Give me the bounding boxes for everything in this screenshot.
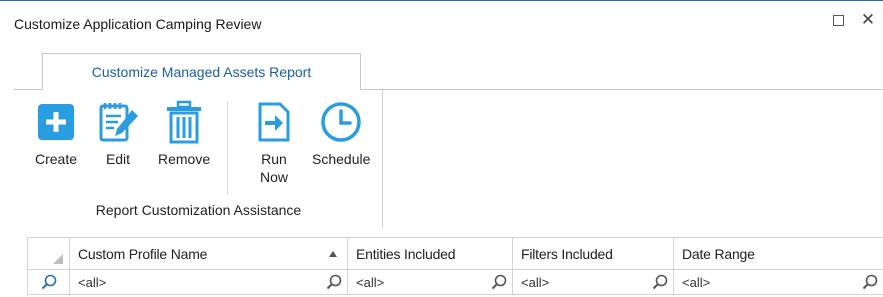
corner-triangle-icon bbox=[53, 254, 63, 264]
maximize-icon bbox=[832, 14, 844, 26]
run-now-button[interactable]: Run Now bbox=[252, 100, 296, 186]
filter-cell-entities-included[interactable]: <all> bbox=[348, 270, 513, 294]
search-icon[interactable] bbox=[651, 273, 669, 291]
select-all-corner[interactable] bbox=[27, 238, 70, 270]
column-header-label: Filters Included bbox=[521, 246, 613, 262]
trash-icon bbox=[162, 100, 206, 144]
plus-icon bbox=[34, 100, 78, 144]
notepad-pencil-icon bbox=[96, 100, 140, 144]
column-header-label: Custom Profile Name bbox=[78, 246, 208, 262]
ribbon: Create Edit Remove Run Now Schedule Repo… bbox=[14, 89, 883, 228]
grid-header-row: Custom Profile Name Entities Included Fi… bbox=[27, 237, 883, 270]
profiles-grid: Custom Profile Name Entities Included Fi… bbox=[27, 237, 883, 297]
remove-label: Remove bbox=[158, 151, 211, 167]
ribbon-separator bbox=[227, 102, 228, 194]
filter-value: <all> bbox=[356, 274, 385, 290]
run-now-label-line1: Run bbox=[261, 151, 287, 167]
run-document-icon bbox=[252, 100, 296, 144]
create-button[interactable]: Create bbox=[34, 100, 78, 168]
filter-value: <all> bbox=[78, 274, 107, 290]
search-icon bbox=[41, 274, 56, 290]
column-header-entities-included[interactable]: Entities Included bbox=[348, 238, 513, 270]
filter-row-selector[interactable] bbox=[27, 270, 70, 294]
close-icon: ✕ bbox=[860, 10, 876, 29]
filter-cell-date-range[interactable]: <all> bbox=[674, 270, 883, 294]
maximize-button[interactable] bbox=[827, 9, 849, 31]
tab-label: Customize Managed Assets Report bbox=[91, 64, 312, 80]
column-header-label: Entities Included bbox=[356, 246, 456, 262]
ribbon-group-report-customization: Create Edit Remove Run Now Schedule Repo… bbox=[14, 90, 383, 228]
edit-button[interactable]: Edit bbox=[96, 100, 140, 168]
schedule-label: Schedule bbox=[312, 151, 371, 167]
close-button[interactable]: ✕ bbox=[857, 9, 879, 31]
tab-customize-managed-assets-report[interactable]: Customize Managed Assets Report bbox=[42, 53, 361, 90]
dialog-window: Customize Application Camping Review ✕ C… bbox=[0, 0, 883, 297]
column-header-date-range[interactable]: Date Range bbox=[674, 238, 883, 270]
sort-ascending-icon bbox=[329, 251, 337, 257]
title-bar: Customize Application Camping Review ✕ bbox=[0, 1, 883, 45]
run-now-label-line2: Now bbox=[259, 169, 288, 185]
ribbon-group-caption: Report Customization Assistance bbox=[95, 202, 302, 218]
remove-button[interactable]: Remove bbox=[158, 100, 210, 168]
window-title: Customize Application Camping Review bbox=[14, 16, 262, 32]
filter-value: <all> bbox=[521, 274, 550, 290]
search-icon[interactable] bbox=[861, 273, 879, 291]
create-label: Create bbox=[34, 151, 78, 167]
search-icon[interactable] bbox=[490, 273, 508, 291]
schedule-button[interactable]: Schedule bbox=[312, 100, 370, 168]
clock-icon bbox=[319, 100, 363, 144]
column-header-custom-profile-name[interactable]: Custom Profile Name bbox=[70, 238, 348, 270]
filter-cell-custom-profile-name[interactable]: <all> bbox=[70, 270, 348, 294]
filter-cell-filters-included[interactable]: <all> bbox=[513, 270, 674, 294]
run-now-label: Run Now bbox=[260, 150, 288, 186]
column-header-label: Date Range bbox=[682, 246, 755, 262]
filter-row: <all> <all> <all> <all> bbox=[27, 270, 883, 295]
edit-label: Edit bbox=[105, 151, 131, 167]
filter-value: <all> bbox=[682, 274, 711, 290]
search-icon[interactable] bbox=[325, 273, 343, 291]
column-header-filters-included[interactable]: Filters Included bbox=[513, 238, 674, 270]
